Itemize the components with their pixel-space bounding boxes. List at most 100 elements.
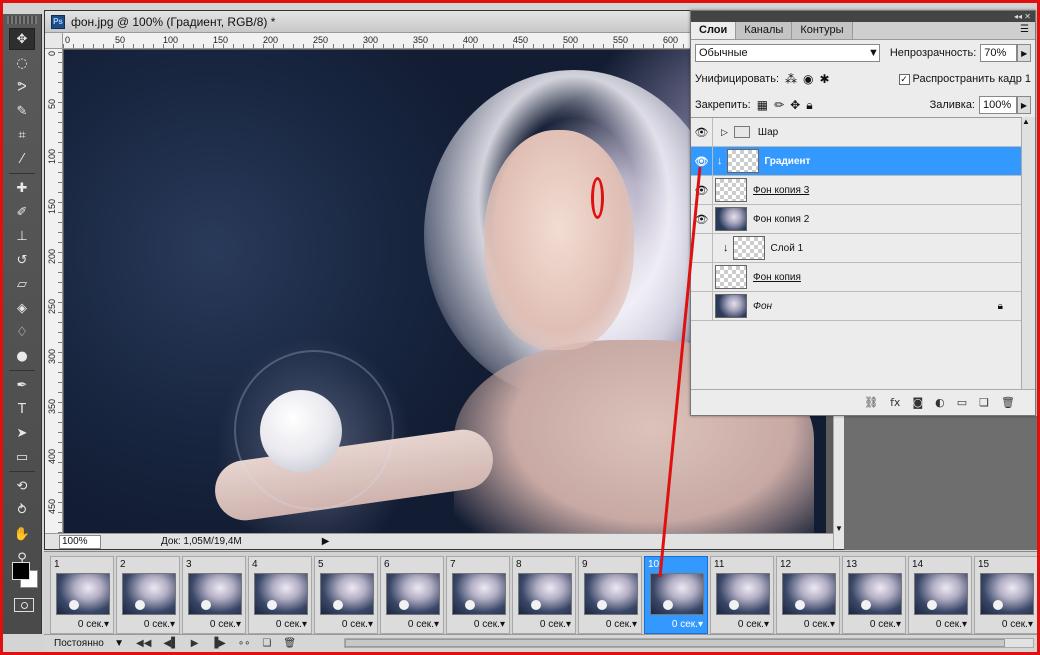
animation-frame[interactable]: 1 0 сек.▾ (50, 556, 114, 634)
pen-tool-icon[interactable]: ✒ (9, 374, 35, 396)
animation-scrollbar[interactable] (344, 638, 1034, 648)
link-layers-icon[interactable]: ⛓ (864, 396, 878, 409)
eye-icon[interactable]: 👁︎ (691, 146, 713, 176)
lock-pixels-icon[interactable]: ✏ (774, 98, 784, 112)
eye-icon[interactable]: 👁︎ (691, 204, 713, 234)
animation-frame[interactable]: 13 0 сек.▾ (842, 556, 906, 634)
foreground-color-swatch[interactable] (12, 562, 30, 580)
lock-transparency-icon[interactable]: ▦ (757, 98, 768, 112)
adjustment-layer-icon[interactable]: ◐ (935, 396, 945, 409)
hand-tool-icon[interactable]: ✋ (9, 523, 35, 545)
frame-delay[interactable]: 0 сек.▾ (408, 619, 439, 630)
frame-delay[interactable]: 0 сек.▾ (804, 619, 835, 630)
animation-frame[interactable]: 12 0 сек.▾ (776, 556, 840, 634)
tab-paths[interactable]: Контуры (792, 22, 853, 39)
unify-style-icon[interactable]: ✱ (820, 72, 830, 86)
tween-icon[interactable]: ∘∘ (238, 638, 251, 649)
trash-icon[interactable]: 🗑︎ (1001, 396, 1015, 409)
paint-bucket-tool-icon[interactable]: ◈ (9, 297, 35, 319)
layer-style-icon[interactable]: fx (890, 396, 900, 409)
frame-delay[interactable]: 0 сек.▾ (1002, 619, 1033, 630)
blend-mode-select[interactable]: Обычные ▼ (695, 44, 880, 62)
frame-delay[interactable]: 0 сек.▾ (210, 619, 241, 630)
unify-position-icon[interactable]: ⁂ (785, 72, 797, 86)
loop-select[interactable]: Постоянно ▼ (54, 638, 124, 649)
visibility-toggle[interactable] (691, 233, 713, 263)
status-menu-icon[interactable]: ▶ (322, 536, 330, 547)
animation-frame[interactable]: 10 0 сек.▾ (644, 556, 708, 634)
eye-icon[interactable]: 👁︎ (691, 117, 713, 147)
frame-delay[interactable]: 0 сек.▾ (78, 619, 109, 630)
eraser-tool-icon[interactable]: ▱ (9, 273, 35, 295)
animation-frame[interactable]: 11 0 сек.▾ (710, 556, 774, 634)
eyedropper-tool-icon[interactable]: ⁄ (9, 148, 35, 170)
visibility-toggle[interactable] (691, 262, 713, 292)
layer-row[interactable]: 👁︎ ▷ Шар (691, 117, 1021, 147)
frame-delay[interactable]: 0 сек.▾ (474, 619, 505, 630)
layer-row[interactable]: ↓ Слой 1 (691, 233, 1021, 263)
animation-frame[interactable]: 15 0 сек.▾ (974, 556, 1038, 634)
add-mask-icon[interactable]: ◙ (912, 396, 923, 409)
opacity-input[interactable]: 70% (980, 44, 1018, 62)
first-frame-icon[interactable]: ◀◀ (136, 638, 151, 649)
panel-titlebar[interactable]: ◂◂ ✕ (691, 11, 1035, 22)
unify-visibility-icon[interactable]: ◉ (803, 72, 813, 86)
animation-frame[interactable]: 5 0 сек.▾ (314, 556, 378, 634)
layer-row[interactable]: 👁︎ Фон копия 3 (691, 175, 1021, 205)
frame-delay[interactable]: 0 сек.▾ (870, 619, 901, 630)
scrollbar-thumb[interactable] (345, 639, 1005, 647)
marquee-tool-icon[interactable]: ◌ (9, 52, 35, 74)
frame-delay[interactable]: 0 сек.▾ (144, 619, 175, 630)
next-frame-icon[interactable]: ▐▶ (210, 638, 225, 649)
animation-frame[interactable]: 4 0 сек.▾ (248, 556, 312, 634)
3d-orbit-tool-icon[interactable]: ⥁ (9, 499, 35, 521)
expand-triangle-icon[interactable]: ▷ (721, 127, 728, 138)
frame-delay[interactable]: 0 сек.▾ (936, 619, 967, 630)
shape-tool-icon[interactable]: ▭ (9, 446, 35, 468)
layer-row[interactable]: Фон 🔒︎ (691, 291, 1021, 321)
animation-frame[interactable]: 7 0 сек.▾ (446, 556, 510, 634)
animation-frame[interactable]: 2 0 сек.▾ (116, 556, 180, 634)
blur-tool-icon[interactable]: ♢ (9, 321, 35, 343)
quick-mask-icon[interactable] (14, 598, 34, 612)
layer-list-scrollbar[interactable]: ▲ (1021, 117, 1035, 389)
lasso-tool-icon[interactable]: ᕗ (9, 76, 35, 98)
animation-frame[interactable]: 9 0 сек.▾ (578, 556, 642, 634)
opacity-slider-toggle[interactable]: ▶ (1017, 44, 1031, 62)
lock-position-icon[interactable]: ✥ (790, 98, 800, 112)
move-tool-icon[interactable]: ✥ (9, 28, 35, 50)
clone-stamp-tool-icon[interactable]: ⊥ (9, 225, 35, 247)
play-icon[interactable]: ▶ (191, 638, 199, 649)
tab-layers[interactable]: Слои (691, 22, 737, 39)
panel-menu-icon[interactable]: ☰ (1014, 22, 1035, 39)
lock-all-icon[interactable]: 🔒︎ (806, 98, 812, 113)
fill-slider-toggle[interactable]: ▶ (1017, 96, 1031, 114)
layer-row[interactable]: 👁︎ ↓ Градиент (691, 146, 1021, 176)
animation-frame[interactable]: 14 0 сек.▾ (908, 556, 972, 634)
tab-channels[interactable]: Каналы (736, 22, 793, 39)
ruler-corner[interactable] (45, 33, 63, 49)
zoom-field[interactable]: 100% (59, 534, 101, 549)
animation-frame[interactable]: 8 0 сек.▾ (512, 556, 576, 634)
animation-frame[interactable]: 3 0 сек.▾ (182, 556, 246, 634)
fill-input[interactable]: 100% (979, 96, 1017, 114)
layer-row[interactable]: Фон копия (691, 262, 1021, 292)
new-layer-icon[interactable]: ❏ (979, 396, 989, 409)
animation-frame[interactable]: 6 0 сек.▾ (380, 556, 444, 634)
frame-delay[interactable]: 0 сек.▾ (606, 619, 637, 630)
tools-grip[interactable] (7, 16, 37, 24)
history-brush-tool-icon[interactable]: ↺ (9, 249, 35, 271)
visibility-toggle[interactable] (691, 291, 713, 321)
delete-frame-icon[interactable]: 🗑︎ (283, 638, 296, 649)
healing-brush-tool-icon[interactable]: ✚ (9, 177, 35, 199)
frame-delay[interactable]: 0 сек.▾ (342, 619, 373, 630)
type-tool-icon[interactable]: T (9, 398, 35, 420)
brush-tool-icon[interactable]: ✐ (9, 201, 35, 223)
new-group-icon[interactable]: ▭ (957, 396, 967, 409)
frame-delay[interactable]: 0 сек.▾ (540, 619, 571, 630)
frame-delay[interactable]: 0 сек.▾ (672, 619, 703, 630)
prev-frame-icon[interactable]: ◀▌ (163, 638, 178, 649)
propagate-checkbox[interactable]: ✓ (898, 73, 910, 85)
crop-tool-icon[interactable]: ⌗ (9, 124, 35, 146)
dodge-tool-icon[interactable]: ● (9, 345, 35, 367)
